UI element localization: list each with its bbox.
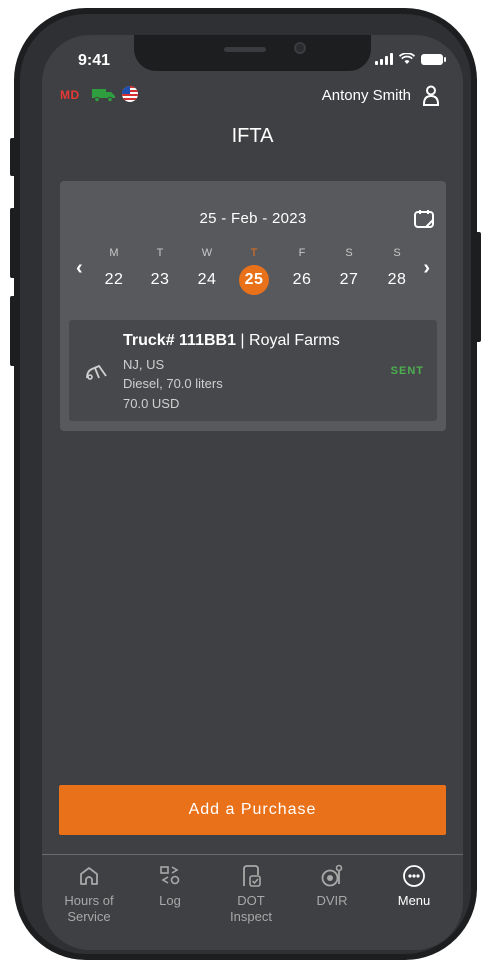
day-number: 23: [150, 271, 170, 288]
signal-icon: [375, 53, 393, 65]
day-number: 25: [239, 265, 269, 295]
wifi-icon: [399, 53, 415, 64]
camera: [294, 42, 306, 54]
vendor-name: Royal Farms: [249, 332, 340, 349]
nav-label: Menu: [397, 893, 431, 908]
nav-label: DOT Inspect: [230, 893, 272, 924]
weekday-label: T: [156, 247, 164, 259]
md-badge: MD: [60, 88, 80, 102]
add-purchase-button[interactable]: Add a Purchase: [59, 785, 446, 835]
weekday-label: S: [393, 247, 401, 259]
nav-menu[interactable]: Menu: [379, 863, 449, 909]
day-mon[interactable]: M 22: [94, 247, 134, 295]
nav-dot-inspect[interactable]: DOT Inspect: [216, 863, 286, 925]
day-sun[interactable]: S 28: [377, 247, 417, 295]
app-screen: 9:41 MD Antony Smith IFTA 25 - Feb - 202…: [42, 35, 463, 950]
volume-up-button: [10, 208, 16, 278]
nav-label: DVIR: [316, 893, 348, 908]
title-separator: |: [240, 332, 245, 349]
home-icon: [80, 867, 98, 885]
nav-hours-of-service[interactable]: Hours of Service: [54, 863, 124, 925]
weekday-label: F: [298, 247, 306, 259]
weekday-label: M: [109, 247, 119, 259]
battery-icon: [421, 53, 446, 65]
truck-number: Truck# 111BB1: [123, 332, 236, 349]
day-number: 26: [292, 271, 312, 288]
day-sat[interactable]: S 27: [329, 247, 369, 295]
day-tue[interactable]: T 23: [140, 247, 180, 295]
us-flag-icon: [122, 86, 138, 102]
power-button: [475, 232, 481, 342]
status-badge: SENT: [390, 365, 424, 377]
dvir-icon: [321, 864, 343, 887]
user-name[interactable]: Antony Smith: [322, 87, 411, 104]
speaker: [224, 47, 266, 52]
ifta-card: 25 - Feb - 2023 ‹ › M 22 T 23 W 24 T 25 …: [60, 181, 446, 431]
nav-dvir[interactable]: DVIR: [297, 863, 367, 909]
page-title: IFTA: [231, 125, 274, 147]
weekday-label: T: [250, 247, 258, 259]
user-profile-icon[interactable]: [421, 85, 441, 107]
entry-location: NJ, US: [123, 357, 165, 372]
selected-date: 25 - Feb - 2023: [199, 210, 307, 227]
day-number: 28: [387, 271, 407, 288]
day-fri[interactable]: F 26: [282, 247, 322, 295]
entry-amount: 70.0 USD: [123, 396, 180, 411]
log-icon: [160, 866, 180, 885]
nav-log[interactable]: Log: [135, 863, 205, 909]
status-time: 9:41: [78, 52, 111, 69]
mute-switch: [10, 138, 16, 176]
day-thu-selected[interactable]: T 25: [234, 247, 274, 295]
day-number: 22: [104, 271, 124, 288]
nav-divider: [42, 854, 463, 855]
purchase-entry[interactable]: Truck# 111BB1 | Royal Farms NJ, US Diese…: [69, 320, 437, 421]
dot-inspect-icon: [243, 865, 261, 887]
day-wed[interactable]: W 24: [187, 247, 227, 295]
day-number: 24: [197, 271, 217, 288]
nav-label: Hours of Service: [64, 893, 114, 924]
truck-icon: [92, 89, 115, 102]
entry-title: Truck# 111BB1 | Royal Farms: [123, 332, 340, 350]
prev-week-button[interactable]: ‹: [76, 257, 83, 280]
weekday-label: S: [345, 247, 353, 259]
next-week-button[interactable]: ›: [423, 257, 430, 280]
volume-down-button: [10, 296, 16, 366]
menu-icon: [403, 865, 425, 887]
status-icons: [375, 53, 446, 65]
weekday-label: W: [201, 247, 213, 259]
entry-fuel: Diesel, 70.0 liters: [123, 376, 223, 391]
notch: [134, 35, 371, 71]
day-number: 27: [339, 271, 359, 288]
nav-label: Log: [159, 893, 181, 908]
fuel-nozzle-icon: [86, 364, 107, 380]
calendar-icon[interactable]: [413, 209, 435, 229]
